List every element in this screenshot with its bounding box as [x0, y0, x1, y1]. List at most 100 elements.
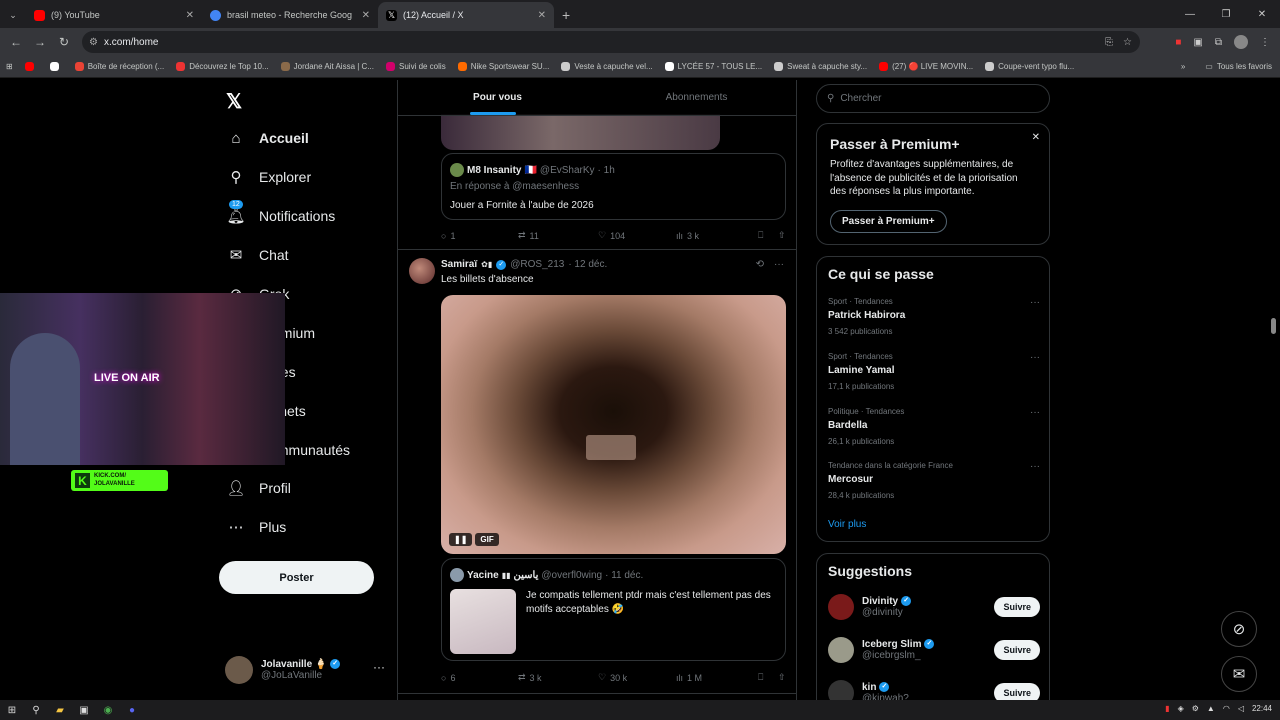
close-window-icon[interactable]: ✕ [1244, 0, 1280, 28]
apps-grid-icon[interactable]: ⊞ [6, 62, 13, 71]
follow-button[interactable]: Suivre [994, 640, 1040, 660]
address-bar[interactable]: ⚙ x.com/home ⎘ ☆ [82, 31, 1140, 53]
reply-button[interactable]: ○ 6 [441, 673, 518, 683]
browser-tab-youtube[interactable]: (9) YouTube ✕ [26, 2, 202, 28]
follow-button[interactable]: Suivre [994, 597, 1040, 617]
reload-icon[interactable]: ↻ [52, 35, 76, 49]
more-icon[interactable]: ··· [1030, 461, 1040, 472]
tab-following[interactable]: Abonnements [597, 80, 796, 115]
quoted-post-image[interactable] [450, 589, 516, 654]
premium-button[interactable]: Passer à Premium+ [830, 210, 947, 233]
post-media[interactable] [441, 114, 720, 150]
gif-media[interactable]: ❚❚ GIF [441, 295, 786, 554]
new-tab-button[interactable]: + [554, 2, 578, 28]
avatar[interactable] [828, 637, 854, 663]
browser-tab-google[interactable]: brasil meteo - Recherche Goog ✕ [202, 2, 378, 28]
more-icon[interactable]: ··· [1030, 352, 1040, 363]
bookmark-item[interactable]: LYCÉE 57 - TOUS LE... [664, 62, 762, 71]
close-icon[interactable]: ✕ [1032, 132, 1040, 143]
more-icon[interactable]: ··· [373, 660, 385, 674]
post-time[interactable]: · 12 déc. [568, 259, 607, 270]
bookmark-item[interactable]: Boîte de réception (... [74, 62, 164, 71]
extensions-puzzle-icon[interactable]: ⧉ [1215, 37, 1222, 48]
more-icon[interactable]: ··· [1030, 407, 1040, 418]
bookmark-icon[interactable]: ⎕ [758, 672, 778, 683]
search-icon[interactable]: ⚲ [24, 700, 48, 720]
views-button[interactable]: ılı 1 M [676, 673, 758, 683]
bookmark-star-icon[interactable]: ☆ [1123, 37, 1132, 48]
discord-icon[interactable]: ● [120, 700, 144, 720]
clock[interactable]: 22:44 [1252, 704, 1272, 713]
suggestion-item[interactable]: Iceberg Slim ✓ @icebrgslm_ Suivre [828, 637, 1040, 663]
post-button[interactable]: Poster [219, 561, 374, 594]
bookmark-item[interactable]: Jordane Ait Aissa | C... [280, 62, 374, 71]
trend-item[interactable]: Politique · Tendances Bardella 26,1 k publ… [828, 407, 1040, 446]
close-icon[interactable]: ✕ [538, 10, 546, 21]
pause-icon[interactable]: ❚❚ [449, 533, 473, 546]
bookmark-item[interactable] [49, 62, 63, 71]
scrollbar[interactable] [1271, 318, 1276, 334]
share-icon[interactable]: ⇧ [778, 672, 786, 683]
wifi-icon[interactable]: ◠ [1223, 704, 1230, 713]
avatar[interactable] [409, 258, 435, 284]
more-icon[interactable]: ··· [774, 259, 784, 270]
retweet-button[interactable]: ⇄ 3 k [518, 672, 598, 683]
tray-icon[interactable]: ◈ [1178, 704, 1184, 713]
chrome-icon[interactable]: ◉ [96, 700, 120, 720]
tab-for-you[interactable]: Pour vous [398, 80, 597, 115]
close-icon[interactable]: ✕ [362, 10, 370, 21]
bookmark-item[interactable]: Veste à capuche vel... [561, 62, 653, 71]
like-button[interactable]: ♡ 104 [598, 230, 676, 241]
grok-fab-icon[interactable]: ⊘ [1221, 611, 1257, 647]
grok-icon[interactable]: ⟲ [756, 259, 764, 270]
nav-item-profil[interactable]: 👤︎ Profil [226, 479, 290, 497]
nav-item-explorer[interactable]: ⚲ Explorer [227, 168, 312, 186]
suggestion-item[interactable]: kin ✓ @kinwah? Suivre [828, 680, 1040, 700]
trend-item[interactable]: Sport · Tendances Patrick Habirora 3 542 p… [828, 297, 1040, 336]
menu-kebab-icon[interactable]: ⋮ [1260, 37, 1270, 48]
suggestion-item[interactable]: Divinity ✓ @divinity Suivre [828, 594, 1040, 620]
nav-item-plus[interactable]: ⋯ Plus [227, 518, 287, 536]
back-icon[interactable]: ← [4, 35, 28, 49]
forward-icon[interactable]: → [28, 35, 52, 49]
show-more-link[interactable]: Voir plus [828, 519, 866, 530]
messages-fab-icon[interactable]: ✉ [1221, 656, 1257, 692]
x-logo-icon[interactable]: 𝕏 [226, 89, 242, 114]
tray-icon[interactable]: ⚙ [1192, 704, 1199, 713]
bookmark-item[interactable]: Découvrez le Top 10... [176, 62, 269, 71]
extension-icon[interactable]: ■ [1175, 37, 1181, 48]
trend-item[interactable]: Sport · Tendances Lamine Yamal 17,1 k publ… [828, 352, 1040, 391]
install-app-icon[interactable]: ⎘ [1105, 37, 1113, 48]
views-button[interactable]: ılı 3 k [676, 231, 758, 241]
retweet-button[interactable]: ⇄ 11 [518, 230, 598, 241]
file-explorer-icon[interactable]: ▰ [48, 700, 72, 720]
more-icon[interactable]: ··· [1030, 297, 1040, 308]
volume-icon[interactable]: ◁ [1238, 704, 1244, 713]
bookmark-item[interactable]: Coupe-vent typo flu... [985, 62, 1074, 71]
windows-start-icon[interactable]: ⊞ [0, 700, 24, 720]
follow-button[interactable]: Suivre [994, 683, 1040, 700]
nav-item-notifications[interactable]: 🔔︎ 12 Notifications [226, 200, 335, 225]
tab-search-icon[interactable]: ⌄ [0, 2, 26, 28]
avatar[interactable] [828, 594, 854, 620]
bookmark-item[interactable]: Sweat à capuche sty... [774, 62, 867, 71]
author-name[interactable]: Samiraï [441, 259, 477, 270]
quoted-post[interactable]: M8 Insanity 🇫🇷 @EvSharKy · 1h En réponse… [441, 153, 786, 220]
search-input[interactable]: ⚲ Chercher [816, 84, 1050, 113]
app-icon[interactable]: ▣ [72, 700, 96, 720]
nav-item-chat[interactable]: ✉ Chat [227, 246, 289, 264]
restore-icon[interactable]: ❐ [1208, 0, 1244, 28]
account-switcher[interactable]: Jolavanille 🍦 ✓ @JoLaVanille ··· [225, 656, 385, 684]
avatar[interactable] [828, 680, 854, 700]
extension-icon[interactable]: ▣ [1193, 37, 1202, 48]
bookmark-item[interactable]: (27) 🔴 LIVE MOVIN... [879, 62, 973, 71]
author-handle[interactable]: @ROS_213 [510, 259, 564, 270]
close-icon[interactable]: ✕ [186, 10, 194, 21]
browser-tab-x[interactable]: 𝕏 (12) Accueil / X ✕ [378, 2, 554, 28]
nav-item-accueil[interactable]: ⌂ Accueil [227, 129, 308, 147]
tray-icon[interactable]: ▮ [1165, 704, 1169, 713]
reply-button[interactable]: ○ 1 [441, 231, 518, 241]
minimize-icon[interactable]: — [1172, 0, 1208, 28]
bookmark-item[interactable] [24, 62, 38, 71]
like-button[interactable]: ♡ 30 k [598, 672, 676, 683]
